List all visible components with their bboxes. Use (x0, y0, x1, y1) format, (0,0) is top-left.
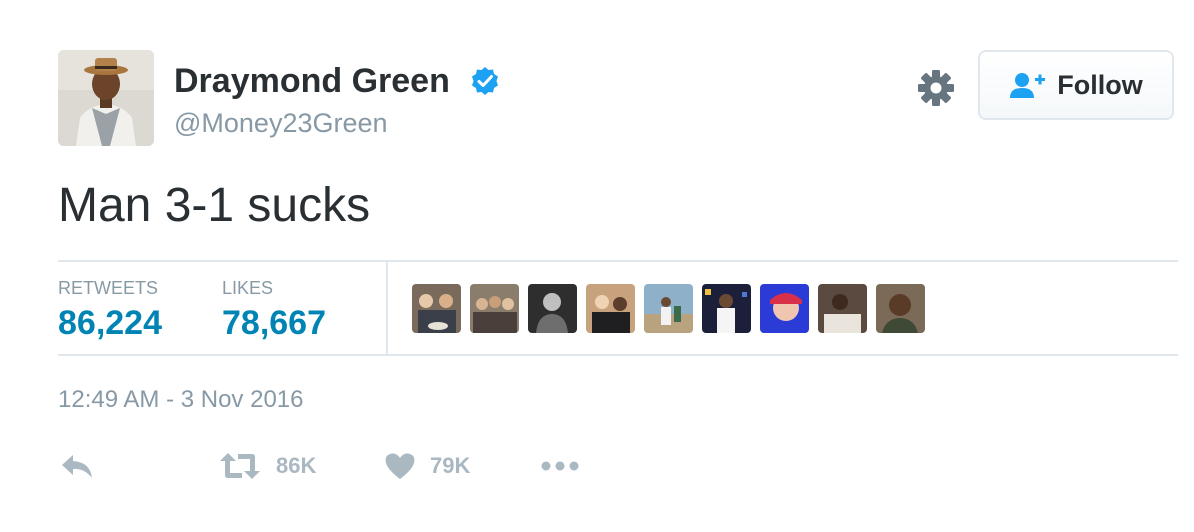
display-name[interactable]: Draymond Green (174, 62, 450, 101)
retweet-button[interactable]: 86K (218, 446, 316, 486)
liker-avatar[interactable] (702, 284, 751, 333)
add-user-icon (1010, 73, 1046, 98)
divider-top (58, 260, 1178, 262)
likes-count[interactable]: 78,667 (222, 304, 326, 343)
verified-badge-icon (472, 67, 498, 95)
user-handle[interactable]: @Money23Green (174, 108, 388, 139)
liker-avatar[interactable] (644, 284, 693, 333)
follow-button-label: Follow (1057, 69, 1143, 100)
tweet-timestamp[interactable]: 12:49 AM - 3 Nov 2016 (58, 386, 303, 414)
liker-avatars (412, 284, 925, 333)
profile-avatar[interactable] (58, 50, 154, 146)
like-button[interactable]: 79K (384, 446, 470, 486)
liker-avatar[interactable] (528, 284, 577, 333)
divider-bottom (58, 354, 1178, 356)
liker-avatar[interactable] (760, 284, 809, 333)
reply-icon (62, 455, 92, 478)
gear-icon[interactable] (916, 68, 956, 108)
liker-avatar[interactable] (412, 284, 461, 333)
liker-avatar[interactable] (818, 284, 867, 333)
retweet-action-count: 86K (276, 453, 317, 478)
tweet-text: Man 3-1 sucks (58, 179, 371, 232)
more-button[interactable] (540, 446, 580, 486)
liker-avatar[interactable] (586, 284, 635, 333)
more-dots-icon (541, 461, 579, 471)
follow-button[interactable]: Follow (978, 50, 1174, 120)
retweets-count[interactable]: 86,224 (58, 304, 162, 343)
liker-avatar[interactable] (876, 284, 925, 333)
like-action-count: 79K (430, 453, 471, 478)
reply-button[interactable] (60, 446, 94, 486)
retweets-label: RETWEETS (58, 278, 159, 298)
heart-icon (385, 453, 415, 479)
retweet-icon (220, 453, 260, 479)
liker-avatar[interactable] (470, 284, 519, 333)
stats-separator (386, 262, 388, 354)
likes-label: LIKES (222, 278, 274, 298)
